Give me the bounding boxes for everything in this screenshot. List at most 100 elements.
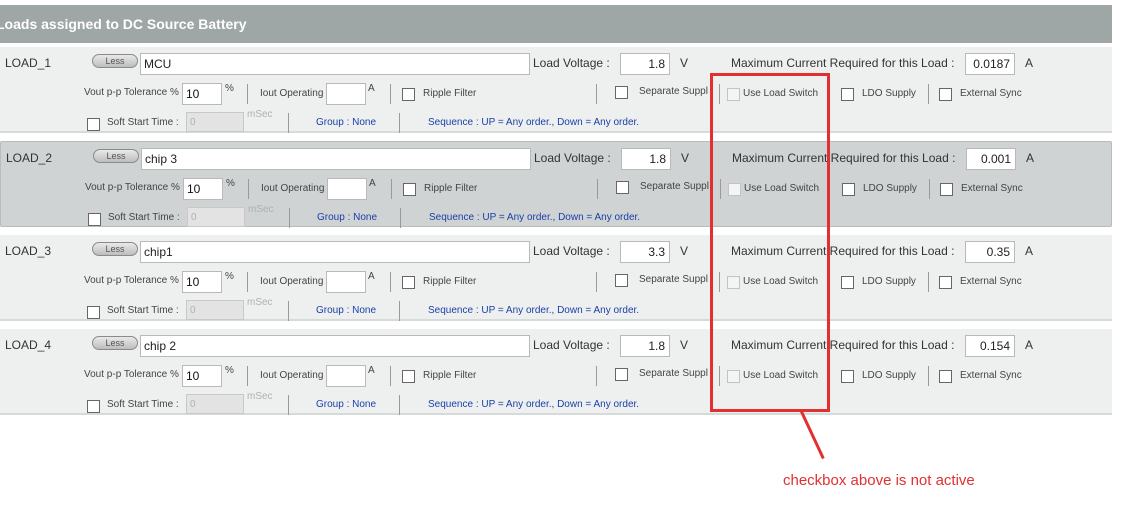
load-voltage-label: Load Voltage :: [533, 56, 610, 70]
separator: [247, 84, 248, 104]
percent-unit: %: [225, 271, 234, 282]
vout-tolerance-input[interactable]: [182, 271, 222, 293]
vout-tolerance-input[interactable]: [183, 178, 223, 200]
external-sync-label: External Sync: [960, 88, 1022, 99]
iout-operating-label: Iout Operating: [260, 88, 324, 99]
section-title: Loads assigned to DC Source Battery: [0, 16, 247, 32]
separator: [597, 179, 598, 199]
vout-tolerance-label: Vout p-p Tolerance %: [84, 87, 179, 98]
separate-supply-label: Separate Suppl: [639, 86, 708, 97]
vout-tolerance-label: Vout p-p Tolerance %: [85, 182, 180, 193]
amp-unit: A: [1025, 338, 1034, 352]
ripple-filter-checkbox[interactable]: [402, 88, 415, 101]
load-voltage-label: Load Voltage :: [533, 338, 610, 352]
less-button[interactable]: Less: [92, 336, 138, 350]
ldo-supply-checkbox[interactable]: [842, 183, 855, 196]
separator: [288, 395, 289, 415]
sequence-link[interactable]: Sequence : UP = Any order., Down = Any o…: [428, 399, 639, 410]
group-link[interactable]: Group : None: [316, 305, 376, 316]
max-current-input[interactable]: [965, 53, 1015, 75]
percent-unit: %: [226, 178, 235, 189]
separator: [596, 84, 597, 104]
ldo-supply-checkbox[interactable]: [841, 370, 854, 383]
max-current-label: Maximum Current Required for this Load :: [731, 56, 955, 70]
separate-supply-checkbox[interactable]: [616, 181, 629, 194]
sequence-link[interactable]: Sequence : UP = Any order., Down = Any o…: [429, 212, 640, 223]
iout-unit: A: [368, 365, 375, 376]
iout-operating-input[interactable]: [326, 365, 366, 387]
separate-supply-checkbox[interactable]: [615, 86, 628, 99]
load-id: LOAD_4: [5, 338, 52, 352]
separator: [399, 301, 400, 321]
soft-start-checkbox[interactable]: [87, 118, 100, 131]
ldo-supply-checkbox[interactable]: [841, 88, 854, 101]
separator: [390, 272, 391, 292]
separate-supply-checkbox[interactable]: [615, 368, 628, 381]
separator: [289, 208, 290, 228]
load-row: LOAD_1 Less Load Voltage : V Maximum Cur…: [0, 47, 1112, 133]
separate-supply-checkbox[interactable]: [615, 274, 628, 287]
separate-supply-label: Separate Suppl: [639, 274, 708, 285]
percent-unit: %: [225, 365, 234, 376]
soft-start-checkbox[interactable]: [87, 306, 100, 319]
iout-operating-input[interactable]: [326, 83, 366, 105]
ripple-filter-checkbox[interactable]: [403, 183, 416, 196]
load-name-input[interactable]: [140, 335, 530, 357]
amp-unit: A: [1026, 151, 1035, 165]
load-row: LOAD_2 Less Load Voltage : V Maximum Cur…: [0, 141, 1112, 228]
external-sync-checkbox[interactable]: [939, 370, 952, 383]
soft-start-input: [187, 207, 245, 227]
sequence-link[interactable]: Sequence : UP = Any order., Down = Any o…: [428, 305, 639, 316]
group-link[interactable]: Group : None: [316, 399, 376, 410]
load-voltage-input[interactable]: [621, 148, 671, 170]
ripple-filter-checkbox[interactable]: [402, 276, 415, 289]
vout-tolerance-label: Vout p-p Tolerance %: [84, 275, 179, 286]
external-sync-checkbox[interactable]: [939, 88, 952, 101]
annotation-highlight-box: [710, 73, 830, 412]
separator: [288, 113, 289, 133]
msec-unit: mSec: [248, 204, 274, 215]
separator: [399, 395, 400, 415]
ldo-supply-checkbox[interactable]: [841, 276, 854, 289]
vout-tolerance-input[interactable]: [182, 83, 222, 105]
load-voltage-input[interactable]: [620, 53, 670, 75]
separator: [247, 366, 248, 386]
vout-tolerance-input[interactable]: [182, 365, 222, 387]
load-row: LOAD_4 Less Load Voltage : V Maximum Cur…: [0, 329, 1112, 415]
load-name-input[interactable]: [140, 53, 530, 75]
group-link[interactable]: Group : None: [316, 117, 376, 128]
max-current-input[interactable]: [965, 335, 1015, 357]
max-current-input[interactable]: [965, 241, 1015, 263]
external-sync-checkbox[interactable]: [939, 276, 952, 289]
ripple-filter-label: Ripple Filter: [423, 370, 477, 381]
load-name-input[interactable]: [141, 148, 531, 170]
load-voltage-input[interactable]: [620, 241, 670, 263]
less-button[interactable]: Less: [93, 149, 139, 163]
separator: [596, 272, 597, 292]
iout-unit: A: [369, 178, 376, 189]
iout-operating-input[interactable]: [326, 271, 366, 293]
soft-start-label: Soft Start Time :: [108, 212, 180, 223]
max-current-input[interactable]: [966, 148, 1016, 170]
load-id: LOAD_3: [5, 244, 52, 258]
external-sync-checkbox[interactable]: [940, 183, 953, 196]
volt-unit: V: [681, 151, 690, 165]
iout-operating-label: Iout Operating: [260, 276, 324, 287]
sequence-link[interactable]: Sequence : UP = Any order., Down = Any o…: [428, 117, 639, 128]
load-voltage-input[interactable]: [620, 335, 670, 357]
percent-unit: %: [225, 83, 234, 94]
annotation-pointer-line: [800, 410, 825, 460]
soft-start-checkbox[interactable]: [88, 213, 101, 226]
separate-supply-label: Separate Suppl: [639, 368, 708, 379]
load-name-input[interactable]: [140, 241, 530, 263]
group-link[interactable]: Group : None: [317, 212, 377, 223]
load-id: LOAD_1: [5, 56, 52, 70]
soft-start-checkbox[interactable]: [87, 400, 100, 413]
soft-start-label: Soft Start Time :: [107, 117, 179, 128]
less-button[interactable]: Less: [92, 54, 138, 68]
iout-operating-input[interactable]: [327, 178, 367, 200]
separator: [391, 179, 392, 199]
iout-operating-label: Iout Operating: [261, 183, 325, 194]
ripple-filter-checkbox[interactable]: [402, 370, 415, 383]
less-button[interactable]: Less: [92, 242, 138, 256]
